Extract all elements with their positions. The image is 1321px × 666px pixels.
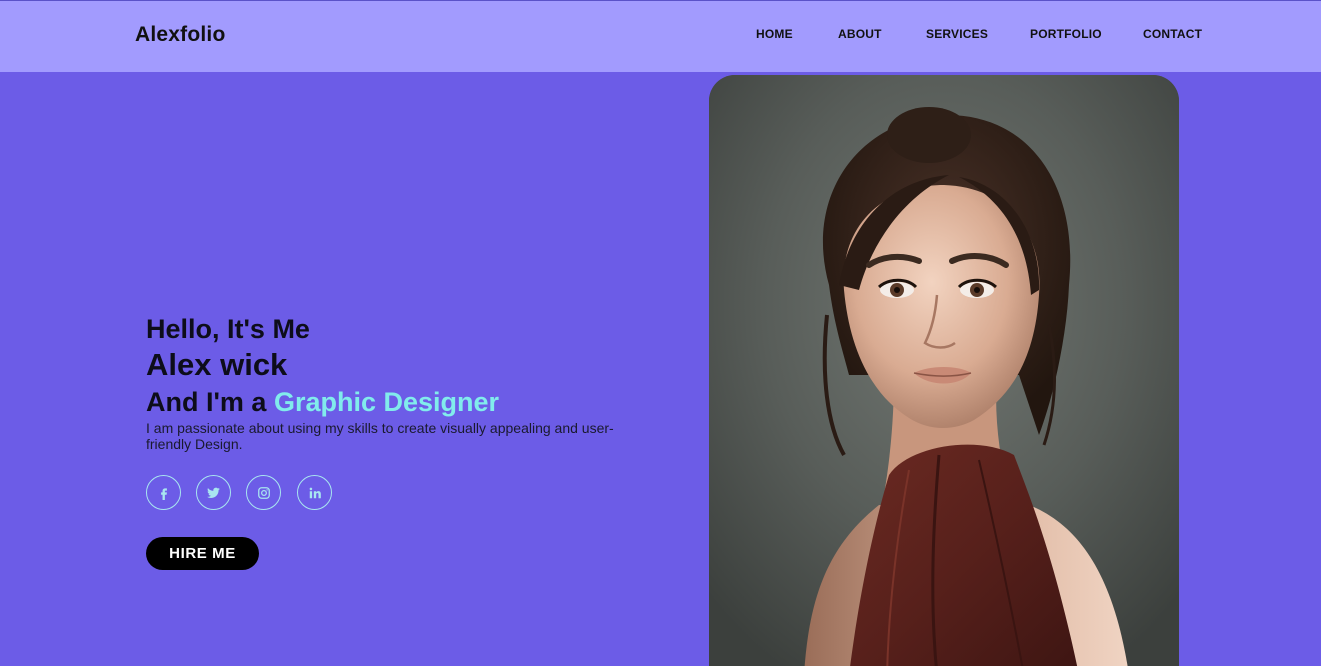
hero-greeting: Hello, It's Me <box>146 314 310 344</box>
nav-about[interactable]: ABOUT <box>838 27 882 41</box>
facebook-link[interactable] <box>146 475 181 510</box>
instagram-link[interactable] <box>246 475 281 510</box>
hero-role-line: And I'm a Graphic Designer <box>146 384 626 420</box>
site-header: Alexfolio HOME ABOUT SERVICES PORTFOLIO … <box>0 0 1321 72</box>
page: Alexfolio HOME ABOUT SERVICES PORTFOLIO … <box>0 0 1321 666</box>
twitter-link[interactable] <box>196 475 231 510</box>
instagram-icon <box>257 486 271 500</box>
hero-text: Hello, It's Me Alex wick And I'm a Graph… <box>146 312 626 452</box>
nav-services[interactable]: SERVICES <box>926 27 988 41</box>
facebook-icon <box>157 486 171 500</box>
linkedin-icon <box>308 486 322 500</box>
nav-portfolio[interactable]: PORTFOLIO <box>1030 27 1102 41</box>
portrait-image <box>709 75 1179 666</box>
hero-role-prefix: And I'm a <box>146 387 274 417</box>
linkedin-link[interactable] <box>297 475 332 510</box>
twitter-icon <box>206 486 221 500</box>
social-links <box>146 475 346 511</box>
nav-contact[interactable]: CONTACT <box>1143 27 1202 41</box>
hire-me-button[interactable]: HIRE ME <box>146 537 259 570</box>
hero-name: Alex wick <box>146 347 288 382</box>
main-nav: HOME ABOUT SERVICES PORTFOLIO CONTACT <box>0 27 1321 41</box>
nav-home[interactable]: HOME <box>756 27 793 41</box>
hero-description: I am passionate about using my skills to… <box>146 420 614 452</box>
hero-role: Graphic Designer <box>273 387 500 417</box>
